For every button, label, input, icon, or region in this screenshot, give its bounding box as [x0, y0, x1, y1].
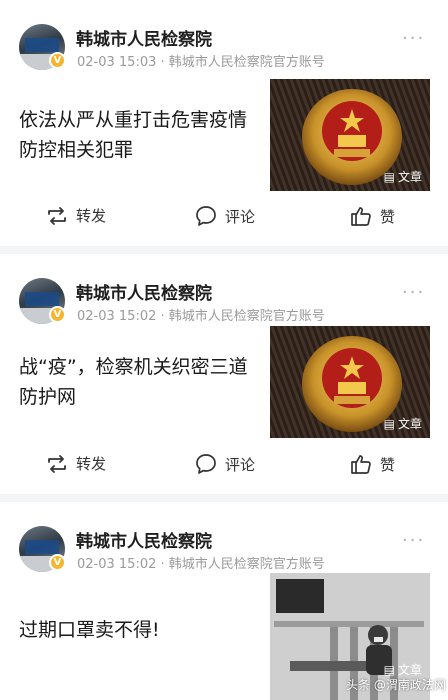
verified-badge-icon: V — [49, 52, 66, 69]
action-bar: 转发 评论 赞 — [0, 205, 448, 231]
post-title-line: 过期口罩卖不得! — [19, 619, 160, 641]
verified-badge-icon: V — [49, 306, 66, 323]
comment-icon — [196, 454, 216, 474]
post-thumbnail[interactable]: ▤ 文章 — [270, 79, 430, 191]
like-button[interactable]: 赞 — [350, 453, 395, 475]
article-tag: ▤ 文章 — [384, 168, 422, 185]
verified-badge-icon: V — [49, 554, 66, 571]
post-title[interactable]: 过期口罩卖不得! — [19, 615, 257, 645]
post-meta: 02-03 15:02 · 韩城市人民检察院官方账号 — [77, 553, 325, 572]
article-tag: ▤ 文章 — [384, 415, 422, 432]
feed-card[interactable]: V 韩城市人民检察院 02-03 15:02 · 韩城市人民检察院官方账号 ··… — [0, 502, 448, 700]
post-time: 02-03 15:03 — [77, 55, 157, 70]
comment-button[interactable]: 评论 — [195, 205, 255, 227]
post-time: 02-03 15:02 — [77, 309, 157, 324]
author-name[interactable]: 韩城市人民检察院 — [76, 279, 212, 304]
action-bar: 转发 评论 赞 — [0, 453, 448, 479]
comment-button[interactable]: 评论 — [195, 453, 255, 475]
thumbs-up-icon — [351, 207, 371, 226]
repost-button[interactable]: 转发 — [46, 205, 106, 226]
repost-button[interactable]: 转发 — [46, 453, 106, 474]
post-title-line: 依法从严从重打击危害疫情 — [19, 109, 248, 131]
author-name[interactable]: 韩城市人民检察院 — [76, 527, 212, 552]
post-thumbnail[interactable]: ▤ 文章 — [270, 326, 430, 438]
author-name[interactable]: 韩城市人民检察院 — [76, 25, 212, 50]
repost-icon — [48, 454, 66, 473]
repost-label: 转发 — [76, 207, 107, 225]
post-time: 02-03 15:02 — [77, 557, 157, 572]
repost-label: 转发 — [76, 455, 107, 473]
like-label: 赞 — [380, 455, 396, 474]
post-source: 韩城市人民检察院官方账号 — [168, 55, 325, 70]
post-source: 韩城市人民检察院官方账号 — [168, 557, 325, 572]
meta-separator: · — [160, 55, 165, 70]
post-title[interactable]: 依法从严从重打击危害疫情 防控相关犯罪 — [19, 105, 257, 165]
comment-label: 评论 — [225, 455, 256, 474]
repost-icon — [48, 206, 66, 225]
feed-card[interactable]: V 韩城市人民检察院 02-03 15:03 · 韩城市人民检察院官方账号 ··… — [0, 0, 448, 246]
post-title-line: 战“疫”，检察机关织密三道 — [19, 356, 248, 378]
more-options-icon[interactable]: ··· — [402, 530, 425, 551]
document-icon: ▤ — [383, 416, 395, 431]
document-icon: ▤ — [383, 662, 395, 677]
post-title[interactable]: 战“疫”，检察机关织密三道 防护网 — [19, 352, 257, 412]
post-meta: 02-03 15:03 · 韩城市人民检察院官方账号 — [77, 51, 325, 70]
post-title-line: 防控相关犯罪 — [19, 139, 134, 161]
like-button[interactable]: 赞 — [350, 205, 395, 227]
article-tag-label: 文章 — [397, 170, 422, 184]
feed-card[interactable]: V 韩城市人民检察院 02-03 15:02 · 韩城市人民检察院官方账号 ··… — [0, 254, 448, 494]
thumbs-up-icon — [351, 455, 371, 474]
like-label: 赞 — [380, 207, 396, 226]
post-source: 韩城市人民检察院官方账号 — [168, 309, 325, 324]
comment-label: 评论 — [225, 207, 256, 226]
more-options-icon[interactable]: ··· — [402, 28, 425, 49]
article-tag-label: 文章 — [397, 417, 422, 431]
document-icon: ▤ — [383, 169, 395, 184]
watermark: 头条 @渭南政法网 — [346, 678, 446, 692]
post-title-line: 防护网 — [19, 386, 77, 408]
more-options-icon[interactable]: ··· — [402, 282, 425, 303]
meta-separator: · — [160, 557, 165, 572]
meta-separator: · — [160, 309, 165, 324]
post-meta: 02-03 15:02 · 韩城市人民检察院官方账号 — [77, 305, 325, 324]
comment-icon — [196, 206, 216, 226]
